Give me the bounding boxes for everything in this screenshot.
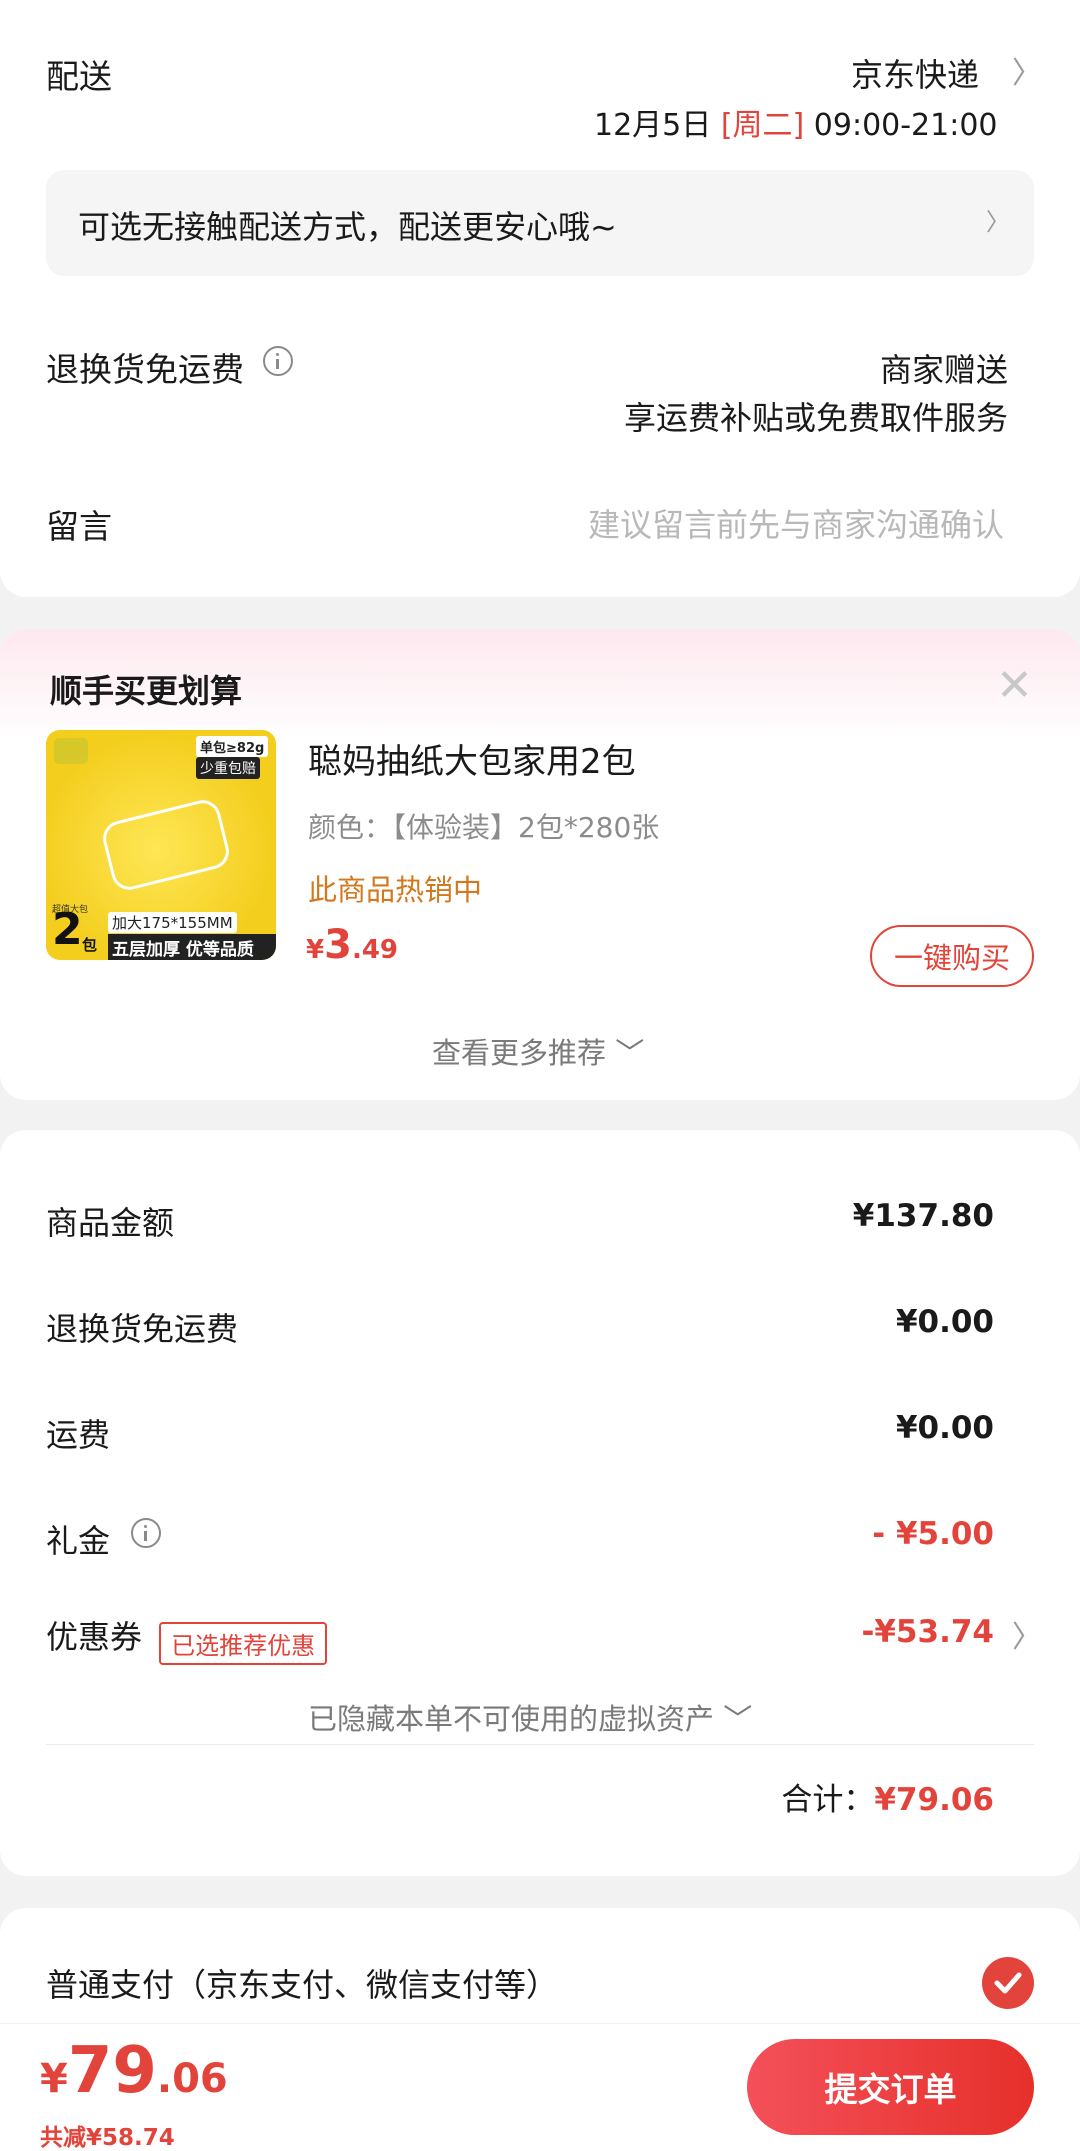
product-name[interactable]: 聪妈抽纸大包家用2包 [308, 734, 636, 783]
coupon-value[interactable]: -¥53.74 [862, 1614, 995, 1650]
divider [46, 1744, 1034, 1745]
info-icon[interactable] [131, 1518, 161, 1548]
submit-order-button[interactable]: 提交订单 [747, 2039, 1034, 2135]
carrier-name[interactable]: 京东快递 [851, 50, 979, 96]
chevron-right-icon: 〉 [986, 208, 1010, 236]
more-recommendations-label: 查看更多推荐 [432, 1036, 607, 1070]
coupon-row[interactable]: 优惠券 已选推荐优惠 [46, 1612, 328, 1665]
total-value: ¥79.06 [874, 1782, 994, 1818]
delivery-time[interactable]: 12月5日 [周二] 09:00-21:00 [594, 100, 998, 144]
price-symbol: ¥ [306, 935, 325, 965]
message-label: 留言 [46, 507, 112, 546]
notice-text: 可选无接触配送方式，配送更安心哦~ [78, 208, 617, 246]
total-row: 合计：¥79.06 [781, 1774, 994, 1819]
recommend-card: 顺手买更划算 ✕ 单包≥82g 少重包赔 超值大包 2 包 加大175*155M… [0, 630, 1080, 1100]
summary-row-label: 退换货免运费 [46, 1310, 239, 1348]
product-price: ¥3.49 [306, 922, 398, 968]
recommend-title: 顺手买更划算 [50, 672, 243, 710]
contactless-notice[interactable]: 可选无接触配送方式，配送更安心哦~ 〉 [46, 170, 1034, 276]
image-pack-number: 2 [52, 904, 83, 955]
hot-sale-label: 此商品热销中 [308, 873, 483, 907]
delivery-date: 12月5日 [594, 108, 712, 143]
coupon-label: 优惠券 [46, 1618, 143, 1656]
image-pack-unit: 包 [82, 936, 98, 954]
summary-row-label: 运费 [46, 1416, 111, 1454]
chevron-right-icon[interactable]: 〉 [1012, 1612, 1042, 1656]
total-label: 合计： [781, 1782, 875, 1818]
price-integer: 3 [324, 922, 352, 968]
delivery-weekday: [周二] [720, 108, 805, 143]
delivery-label: 配送 [46, 57, 112, 96]
bottom-total-decimal: .06 [156, 2056, 228, 2102]
more-recommendations-link[interactable]: 查看更多推荐 ﹀ [432, 1030, 644, 1072]
image-badge-weight: 单包≥82g [196, 736, 269, 757]
gift-money-value: - ¥5.00 [872, 1516, 994, 1552]
one-click-buy-button[interactable]: 一键购买 [870, 925, 1034, 987]
summary-row-value: ¥137.80 [852, 1198, 994, 1234]
image-size-label: 加大175*155MM [108, 912, 237, 933]
chevron-right-icon[interactable]: 〉 [1012, 48, 1042, 92]
return-shipping-service: 享运费补贴或免费取件服务 [623, 399, 1008, 437]
summary-row-label: 商品金额 [46, 1204, 175, 1242]
bottom-total: ¥79.06 [40, 2034, 228, 2108]
bottom-bar: ¥79.06 共减¥58.74 提交订单 [0, 2023, 1080, 2151]
hidden-assets-label: 已隐藏本单不可使用的虚拟资产 [308, 1702, 715, 1736]
return-shipping-gift: 商家赠送 [879, 351, 1008, 389]
summary-row-value: ¥0.00 [895, 1304, 994, 1340]
return-shipping-label: 退换货免运费 [46, 350, 244, 389]
image-badge-guarantee: 少重包赔 [196, 757, 260, 779]
chevron-down-icon: ﹀ [615, 1036, 645, 1070]
total-saved: 共减¥58.74 [40, 2125, 175, 2151]
checkmark-icon[interactable] [982, 1957, 1034, 2009]
delivery-card: 配送 京东快递 〉 12月5日 [周二] 09:00-21:00 可选无接触配送… [0, 0, 1080, 597]
chevron-down-icon: ﹀ [723, 1702, 753, 1736]
bottom-total-symbol: ¥ [40, 2056, 68, 2102]
bottom-total-integer: 79 [67, 2034, 157, 2108]
message-input[interactable]: 建议留言前先与商家沟通确认 [588, 500, 1004, 546]
image-bottom-label: 五层加厚 优等品质 [108, 934, 276, 960]
delivery-hours: 09:00-21:00 [813, 108, 998, 143]
product-spec[interactable]: 颜色：【体验装】2包*280张 [308, 806, 659, 846]
close-icon[interactable]: ✕ [996, 660, 1033, 711]
summary-row-value: ¥0.00 [895, 1410, 994, 1446]
coupon-tag: 已选推荐优惠 [159, 1622, 328, 1665]
summary-row-label: 礼金 [46, 1522, 111, 1560]
info-icon[interactable] [263, 346, 293, 376]
price-decimal: .49 [351, 935, 398, 965]
product-image[interactable]: 单包≥82g 少重包赔 超值大包 2 包 加大175*155MM 五层加厚 优等… [46, 730, 276, 960]
hidden-assets-link[interactable]: 已隐藏本单不可使用的虚拟资产 ﹀ [308, 1696, 752, 1738]
price-summary-card: 商品金额 ¥137.80 退换货免运费 ¥0.00 运费 ¥0.00 礼金 - … [0, 1130, 1080, 1876]
payment-method-label[interactable]: 普通支付（京东支付、微信支付等） [46, 1960, 558, 2006]
